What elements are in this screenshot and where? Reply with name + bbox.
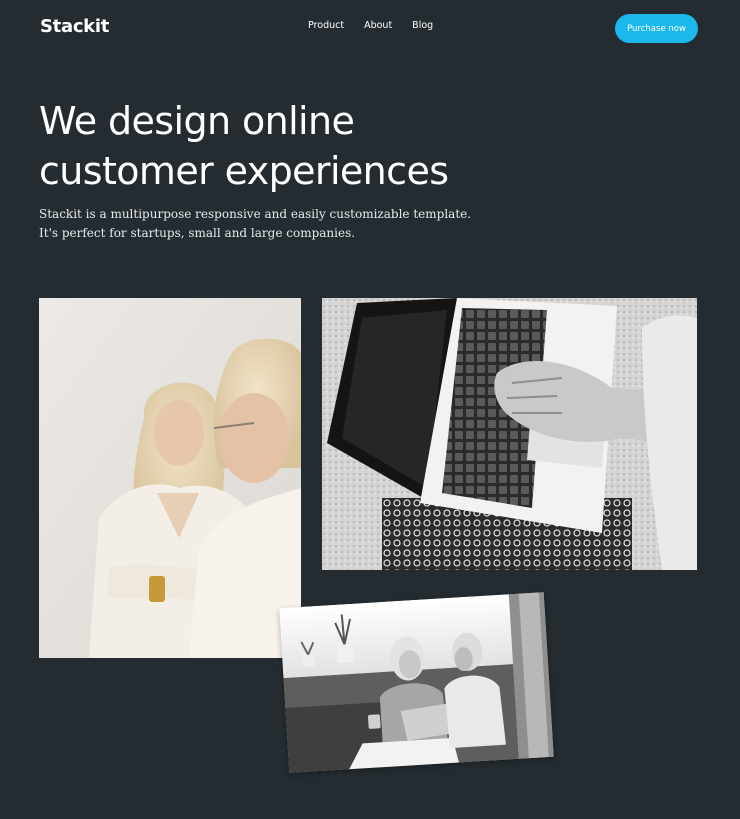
hero-subtitle: Stackit is a multipurpose responsive and… <box>39 205 479 243</box>
nav-item-blog[interactable]: Blog <box>412 20 433 31</box>
hero-title: We design online customer experiences <box>39 96 539 196</box>
nav-item-product[interactable]: Product <box>308 20 344 31</box>
main-menu: Product About Blog <box>308 20 433 31</box>
hero-title-line-2: customer experiences <box>39 149 449 193</box>
photo-women-with-laptop <box>279 592 554 773</box>
nav-item-about[interactable]: About <box>364 20 392 31</box>
photo-laptop-typing <box>322 298 697 570</box>
hero-subtitle-line-1: Stackit is a multipurpose responsive and… <box>39 207 472 221</box>
photo-two-women-portrait <box>39 298 301 658</box>
hero-title-line-1: We design online <box>39 99 355 143</box>
hero-subtitle-line-2: It's perfect for startups, small and lar… <box>39 226 356 240</box>
top-nav: Stackit Product About Blog Purchase now <box>0 0 740 56</box>
purchase-now-button[interactable]: Purchase now <box>615 14 698 43</box>
brand-logo[interactable]: Stackit <box>40 16 109 37</box>
